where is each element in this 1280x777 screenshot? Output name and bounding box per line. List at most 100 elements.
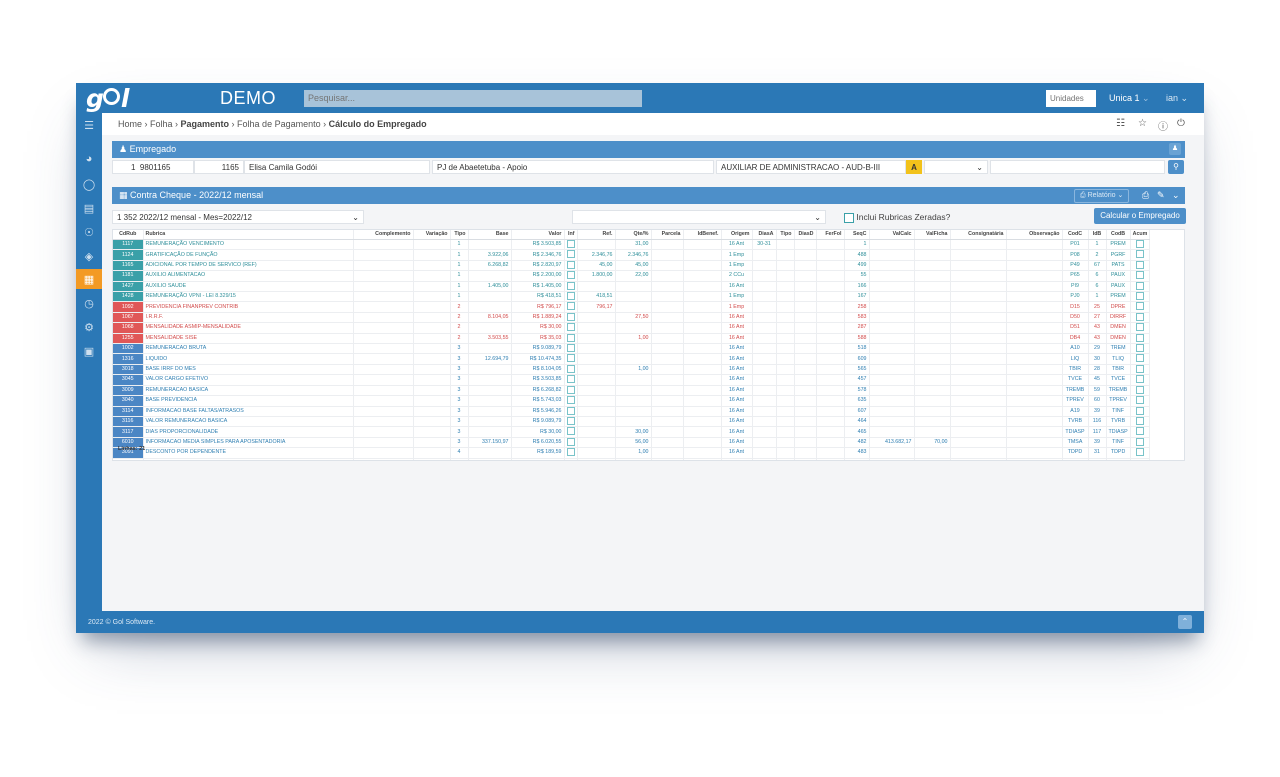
- table-row[interactable]: 1165 ADICIONAL POR TEMPO DE SERVICO (REF)…: [113, 260, 1151, 272]
- payroll-icon[interactable]: ▦: [76, 269, 102, 289]
- table-row[interactable]: 1316 LIQUIDO 3 12.694,79 R$ 10.474,35 16 Ant 6…: [113, 353, 1151, 365]
- row-checkbox[interactable]: [1136, 406, 1144, 415]
- column-header[interactable]: ValFicha: [914, 230, 951, 240]
- row-checkbox[interactable]: [1136, 240, 1144, 248]
- row-checkbox[interactable]: [1136, 344, 1144, 353]
- row-checkbox[interactable]: [566, 302, 575, 311]
- briefcase-icon[interactable]: ▣: [76, 341, 102, 361]
- dashboard-icon[interactable]: ◕: [76, 149, 102, 169]
- power-icon[interactable]: ⏻: [1177, 118, 1185, 129]
- star-icon[interactable]: ☆: [1138, 118, 1147, 129]
- column-header[interactable]: IdBenef.: [683, 230, 722, 240]
- search-input[interactable]: [304, 90, 642, 107]
- lotacao-field[interactable]: PJ de Abaetetuba - Apoio: [432, 160, 714, 174]
- row-checkbox[interactable]: [1136, 271, 1144, 280]
- row-checkbox[interactable]: [566, 385, 575, 394]
- table-row[interactable]: 1067 I.R.R.F. 2 8.104,05 R$ 1.889,24 27,50 16 …: [113, 312, 1151, 324]
- breadcrumb-folha[interactable]: Folha: [150, 119, 173, 129]
- column-header[interactable]: Qte/%: [615, 230, 652, 240]
- column-header[interactable]: DiasD: [794, 230, 817, 240]
- row-checkbox[interactable]: [566, 437, 575, 446]
- help-icon[interactable]: ⓘ: [1158, 118, 1168, 133]
- printer-icon[interactable]: ⎙: [1142, 187, 1149, 204]
- breadcrumb-folha-pagamento[interactable]: Folha de Pagamento: [237, 119, 321, 129]
- zeradas-check[interactable]: [844, 212, 854, 223]
- table-row[interactable]: 1002 REMUNERACAO BRUTA 3 R$ 9.089,79 16 Ant 5…: [113, 343, 1151, 355]
- cargo-field[interactable]: AUXILIAR DE ADMINISTRACAO - AUD-B-III: [716, 160, 906, 174]
- column-header[interactable]: Consignatária: [950, 230, 1007, 240]
- table-row[interactable]: 3117 DIAS PROPORCIONALIDADE 3 R$ 30,00 30,00…: [113, 426, 1151, 438]
- table-row[interactable]: 1117 REMUNERAÇÃO VENCIMENTO 1 R$ 3.503,85 31…: [113, 239, 1151, 251]
- row-checkbox[interactable]: [1136, 292, 1144, 301]
- row-checkbox[interactable]: [566, 364, 575, 373]
- row-checkbox[interactable]: [1136, 260, 1144, 269]
- row-checkbox[interactable]: [566, 344, 575, 353]
- column-header[interactable]: Base: [468, 230, 512, 240]
- zeradas-checkbox[interactable]: Inclui Rubricas Zeradas?: [844, 212, 950, 223]
- user-icon[interactable]: ◯: [76, 174, 102, 194]
- table-row[interactable]: 3091 DESCONTO POR DEPENDENTE 4 R$ 189,59 1,0…: [113, 447, 1151, 459]
- gear-icon[interactable]: ⚙: [76, 317, 102, 337]
- table-row[interactable]: 3018 BASE IRRF DO MES 3 R$ 8.104,05 1,00 16 A…: [113, 364, 1151, 376]
- breadcrumb-home[interactable]: Home: [118, 119, 142, 129]
- row-checkbox[interactable]: [1136, 396, 1144, 405]
- row-checkbox[interactable]: [566, 271, 575, 280]
- situacao-select[interactable]: ⌄: [924, 160, 988, 174]
- column-header[interactable]: SeqC: [844, 230, 870, 240]
- table-row[interactable]: 1124 GRATIFICAÇÃO DE FUNÇÃO 1 3.922,06 R$ 2.…: [113, 249, 1151, 261]
- row-checkbox[interactable]: [1136, 333, 1144, 342]
- collapse-chevron-icon[interactable]: ⌄: [1172, 187, 1180, 204]
- row-checkbox[interactable]: [1136, 312, 1144, 321]
- row-checkbox[interactable]: [566, 396, 575, 405]
- column-header[interactable]: CodB: [1106, 230, 1131, 240]
- tag-icon[interactable]: ◈: [76, 246, 102, 266]
- table-row[interactable]: 3045 VALOR CARGO EFETIVO 3 R$ 3.503,85 16 An…: [113, 374, 1151, 386]
- row-checkbox[interactable]: [1136, 448, 1144, 457]
- matricula-field[interactable]: 1 9801165: [112, 160, 194, 174]
- settings-sliders-icon[interactable]: ☷: [1116, 118, 1125, 129]
- row-checkbox[interactable]: [1136, 354, 1144, 363]
- column-header[interactable]: CodC: [1062, 230, 1089, 240]
- table-row[interactable]: 3114 INFORMACAO BASE FALTAS/ATRASOS 3 R$ 5.…: [113, 406, 1151, 417]
- row-checkbox[interactable]: [566, 292, 575, 301]
- row-checkbox[interactable]: [566, 375, 575, 384]
- column-header[interactable]: DiasA: [752, 230, 777, 240]
- row-checkbox[interactable]: [566, 281, 575, 290]
- table-row[interactable]: 3009 REMUNERACAO BASICA 3 R$ 6.268,82 16 Ant…: [113, 385, 1151, 397]
- unit-select[interactable]: Unica 1 ⌄: [1109, 93, 1150, 104]
- table-row[interactable]: 1092 PREVIDENCIA FINANPREV CONTRIB 2 R$ 796…: [113, 301, 1151, 313]
- row-checkbox[interactable]: [566, 240, 575, 248]
- row-checkbox[interactable]: [1136, 375, 1144, 384]
- edit-icon[interactable]: ✎: [1157, 187, 1165, 204]
- user-icon[interactable]: ♟: [1169, 143, 1181, 155]
- user-menu[interactable]: ian ⌄: [1166, 93, 1188, 104]
- row-checkbox[interactable]: [566, 333, 575, 342]
- row-checkbox[interactable]: [566, 427, 575, 436]
- row-checkbox[interactable]: [566, 406, 575, 415]
- row-checkbox[interactable]: [1136, 302, 1144, 311]
- column-header[interactable]: Variação: [413, 230, 451, 240]
- column-header[interactable]: FerFol: [816, 230, 845, 240]
- column-header[interactable]: CdRub: [113, 230, 144, 240]
- row-checkbox[interactable]: [1136, 250, 1144, 259]
- column-header[interactable]: Tipo: [450, 230, 469, 240]
- column-header[interactable]: ValCalc: [869, 230, 915, 240]
- table-row[interactable]: 3040 BASE PREVIDENCIA 3 R$ 5.743,03 16 Ant 63…: [113, 395, 1151, 407]
- row-checkbox[interactable]: [1136, 385, 1144, 394]
- unit-input[interactable]: [1046, 90, 1096, 107]
- table-row[interactable]: 1181 AUXILIO ALIMENTACAO 1 R$ 2.200,00 1.800…: [113, 270, 1151, 282]
- row-checkbox[interactable]: [1136, 427, 1144, 436]
- row-checkbox[interactable]: [566, 354, 575, 363]
- nome-field[interactable]: Elisa Camila Godói: [244, 160, 430, 174]
- table-row[interactable]: 1428 REMUNERAÇÃO VPNI - LEI 8.329/15 1 R$ 4…: [113, 291, 1151, 303]
- row-checkbox[interactable]: [566, 250, 575, 259]
- column-header[interactable]: Ref.: [577, 230, 616, 240]
- filtro-select[interactable]: ⌄: [572, 210, 826, 224]
- table-row[interactable]: 6010 INFORMACAO MEDIA SIMPLES PARA APOSEN…: [113, 437, 1151, 449]
- table-row[interactable]: 3116 VALOR REMUNERACAO BASICA 3 R$ 9.089,79…: [113, 416, 1151, 428]
- row-checkbox[interactable]: [566, 260, 575, 269]
- row-checkbox[interactable]: [1136, 323, 1144, 332]
- row-checkbox[interactable]: [1136, 364, 1144, 373]
- row-checkbox[interactable]: [566, 448, 575, 457]
- column-header[interactable]: Valor: [511, 230, 565, 240]
